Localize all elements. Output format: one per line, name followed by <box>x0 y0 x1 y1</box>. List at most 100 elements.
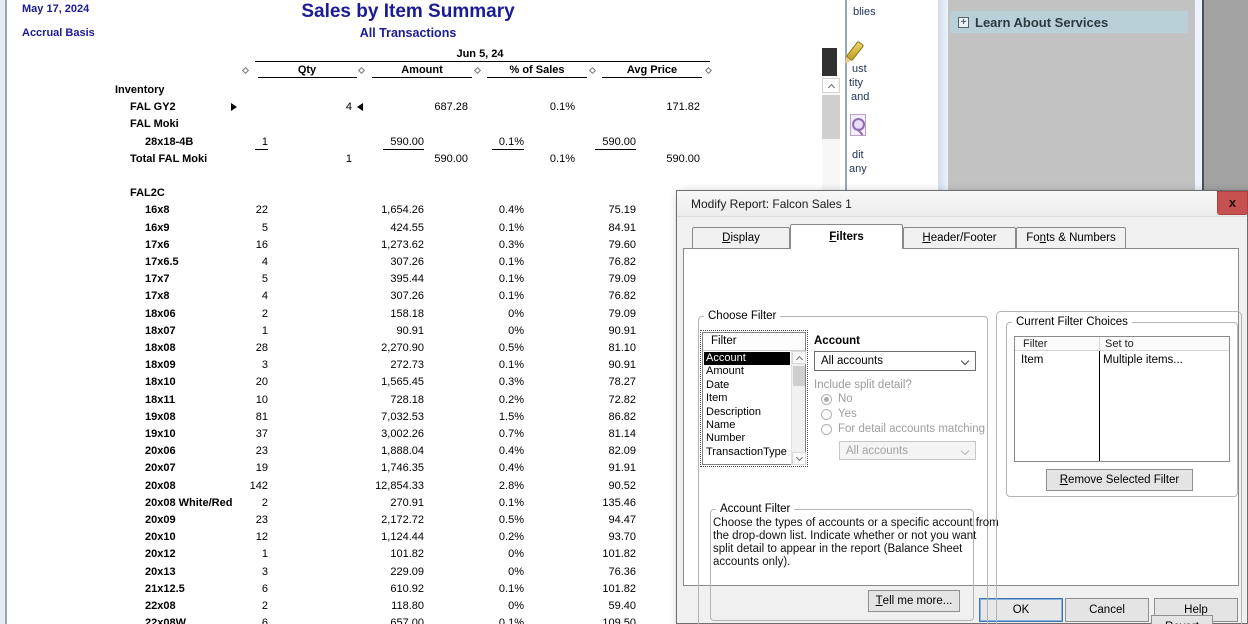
cell-pct[interactable]: 2.8% <box>454 480 524 492</box>
cell-pct[interactable]: 0.1% <box>454 222 524 234</box>
filter-list-item[interactable]: Number <box>704 432 790 445</box>
expand-plus-icon[interactable]: + <box>958 16 969 28</box>
cell-qty[interactable]: 23 <box>208 514 268 526</box>
cell-avg[interactable]: 101.82 <box>546 583 636 595</box>
cell-qty[interactable]: 2 <box>208 497 268 509</box>
cell-avg[interactable]: 76.36 <box>546 566 636 578</box>
filter-list-item[interactable]: Name <box>704 419 790 432</box>
cell-pct[interactable]: 0.3% <box>454 239 524 251</box>
cell-pct[interactable]: 0.1% <box>454 617 524 624</box>
cell-pct[interactable]: 0.5% <box>454 342 524 354</box>
cell-qty[interactable]: 4 <box>208 290 268 302</box>
cell-qty[interactable]: 1 <box>208 325 268 337</box>
learn-about-services-header[interactable]: + Learn About Services <box>950 11 1188 33</box>
cell-qty[interactable]: 1 <box>292 153 352 165</box>
cell-pct[interactable]: 0.7% <box>454 428 524 440</box>
cell-qty[interactable]: 2 <box>208 600 268 612</box>
cell-avg[interactable]: 90.91 <box>546 325 636 337</box>
cell-qty[interactable]: 1 <box>208 548 268 560</box>
scrollbar-thumb[interactable] <box>793 366 805 386</box>
cell-qty[interactable]: 3 <box>208 566 268 578</box>
cell-amount[interactable]: 7,032.53 <box>334 411 424 423</box>
cell-qty[interactable]: 10 <box>208 394 268 406</box>
filter-choice-name[interactable]: Item <box>1021 354 1043 366</box>
cell-amount[interactable]: 307.26 <box>334 290 424 302</box>
cell-amount[interactable]: 1,565.45 <box>334 376 424 388</box>
cell-pct[interactable]: 0.4% <box>454 204 524 216</box>
radio-yes[interactable] <box>821 409 832 420</box>
cell-amount[interactable]: 590.00 <box>378 153 468 165</box>
cell-amount[interactable]: 1,273.62 <box>334 239 424 251</box>
cell-avg[interactable]: 86.82 <box>546 411 636 423</box>
cell-qty[interactable]: 1 <box>208 135 268 150</box>
cell-pct[interactable]: 0.1% <box>505 153 575 165</box>
cell-amount[interactable]: 158.18 <box>334 308 424 320</box>
cell-qty[interactable]: 4 <box>208 256 268 268</box>
cell-avg[interactable]: 81.14 <box>546 428 636 440</box>
cell-avg[interactable]: 94.47 <box>546 514 636 526</box>
cell-pct[interactable]: 0.5% <box>454 514 524 526</box>
cell-amount[interactable]: 2,270.90 <box>334 342 424 354</box>
cell-pct[interactable]: 0.1% <box>454 290 524 302</box>
account-dropdown[interactable]: All accounts <box>814 351 976 371</box>
cell-qty[interactable]: 2 <box>208 308 268 320</box>
cell-qty[interactable]: 142 <box>208 480 268 492</box>
cell-amount[interactable]: 90.91 <box>334 325 424 337</box>
cell-avg[interactable]: 76.82 <box>546 290 636 302</box>
cell-pct[interactable]: 0% <box>454 325 524 337</box>
cell-qty[interactable]: 6 <box>208 617 268 624</box>
tell-me-more-button[interactable]: Tell me more... <box>868 590 960 612</box>
cell-avg[interactable]: 72.82 <box>546 394 636 406</box>
filter-list-item[interactable]: TransactionType <box>704 446 790 459</box>
cell-qty[interactable]: 19 <box>208 462 268 474</box>
cell-pct[interactable]: 0.1% <box>454 583 524 595</box>
filter-list-item[interactable]: Description <box>704 406 790 419</box>
cell-amount[interactable]: 424.55 <box>334 222 424 234</box>
table-row[interactable]: Total FAL Moki 1 590.00 0.1% 590.00 <box>0 151 840 168</box>
cell-pct[interactable]: 0.2% <box>454 531 524 543</box>
cell-pct[interactable]: 0.1% <box>454 135 524 150</box>
cell-pct[interactable]: 0.1% <box>454 359 524 371</box>
dialog-title-bar[interactable]: Modify Report: Falcon Sales 1 <box>677 191 1247 217</box>
cell-avg[interactable]: 90.91 <box>546 359 636 371</box>
close-icon[interactable]: x <box>1217 191 1248 215</box>
tab-display[interactable]: Display <box>692 227 790 248</box>
filter-list-item[interactable]: Amount <box>704 365 790 378</box>
scrollbar-up-button[interactable] <box>792 351 806 364</box>
tab-header-footer[interactable]: Header/Footer <box>903 227 1016 248</box>
current-filter-choices-table[interactable]: Filter Set to Item Multiple items... <box>1014 336 1230 462</box>
cell-pct[interactable]: 0.4% <box>454 445 524 457</box>
cell-avg[interactable]: 82.09 <box>546 445 636 457</box>
cell-avg[interactable]: 590.00 <box>546 135 636 150</box>
cell-amount[interactable]: 1,654.26 <box>334 204 424 216</box>
cell-pct[interactable]: 0% <box>454 548 524 560</box>
table-row[interactable]: FAL GY2 4 687.28 0.1% 171.82 <box>0 99 840 116</box>
cell-avg[interactable]: 109.50 <box>546 617 636 624</box>
filter-list-item[interactable]: Account <box>704 352 790 366</box>
cell-pct[interactable]: 0.1% <box>454 497 524 509</box>
magnifier-icon[interactable] <box>850 114 866 136</box>
cell-amount[interactable]: 395.44 <box>334 273 424 285</box>
cell-avg[interactable]: 91.91 <box>546 462 636 474</box>
cell-avg[interactable]: 79.09 <box>546 273 636 285</box>
cell-avg[interactable]: 78.27 <box>546 376 636 388</box>
cell-avg[interactable]: 171.82 <box>610 101 700 113</box>
tab-filters[interactable]: Filters <box>790 224 903 249</box>
cell-amount[interactable]: 590.00 <box>334 135 424 150</box>
cell-qty[interactable]: 81 <box>208 411 268 423</box>
cell-qty[interactable]: 20 <box>208 376 268 388</box>
cell-amount[interactable]: 657.00 <box>334 617 424 624</box>
scrollbar-down-button[interactable] <box>792 452 806 465</box>
filter-list-item[interactable]: Date <box>704 379 790 392</box>
cell-qty[interactable]: 16 <box>208 239 268 251</box>
cell-avg[interactable]: 135.46 <box>546 497 636 509</box>
cell-amount[interactable]: 101.82 <box>334 548 424 560</box>
cell-qty[interactable]: 12 <box>208 531 268 543</box>
filter-choice-value[interactable]: Multiple items... <box>1103 354 1183 366</box>
cell-amount[interactable]: 118.80 <box>334 600 424 612</box>
cell-avg[interactable]: 79.60 <box>546 239 636 251</box>
revert-button[interactable]: Revert <box>1151 615 1213 624</box>
cell-pct[interactable]: 0.2% <box>454 394 524 406</box>
cell-avg[interactable]: 90.52 <box>546 480 636 492</box>
cell-avg[interactable]: 101.82 <box>546 548 636 560</box>
